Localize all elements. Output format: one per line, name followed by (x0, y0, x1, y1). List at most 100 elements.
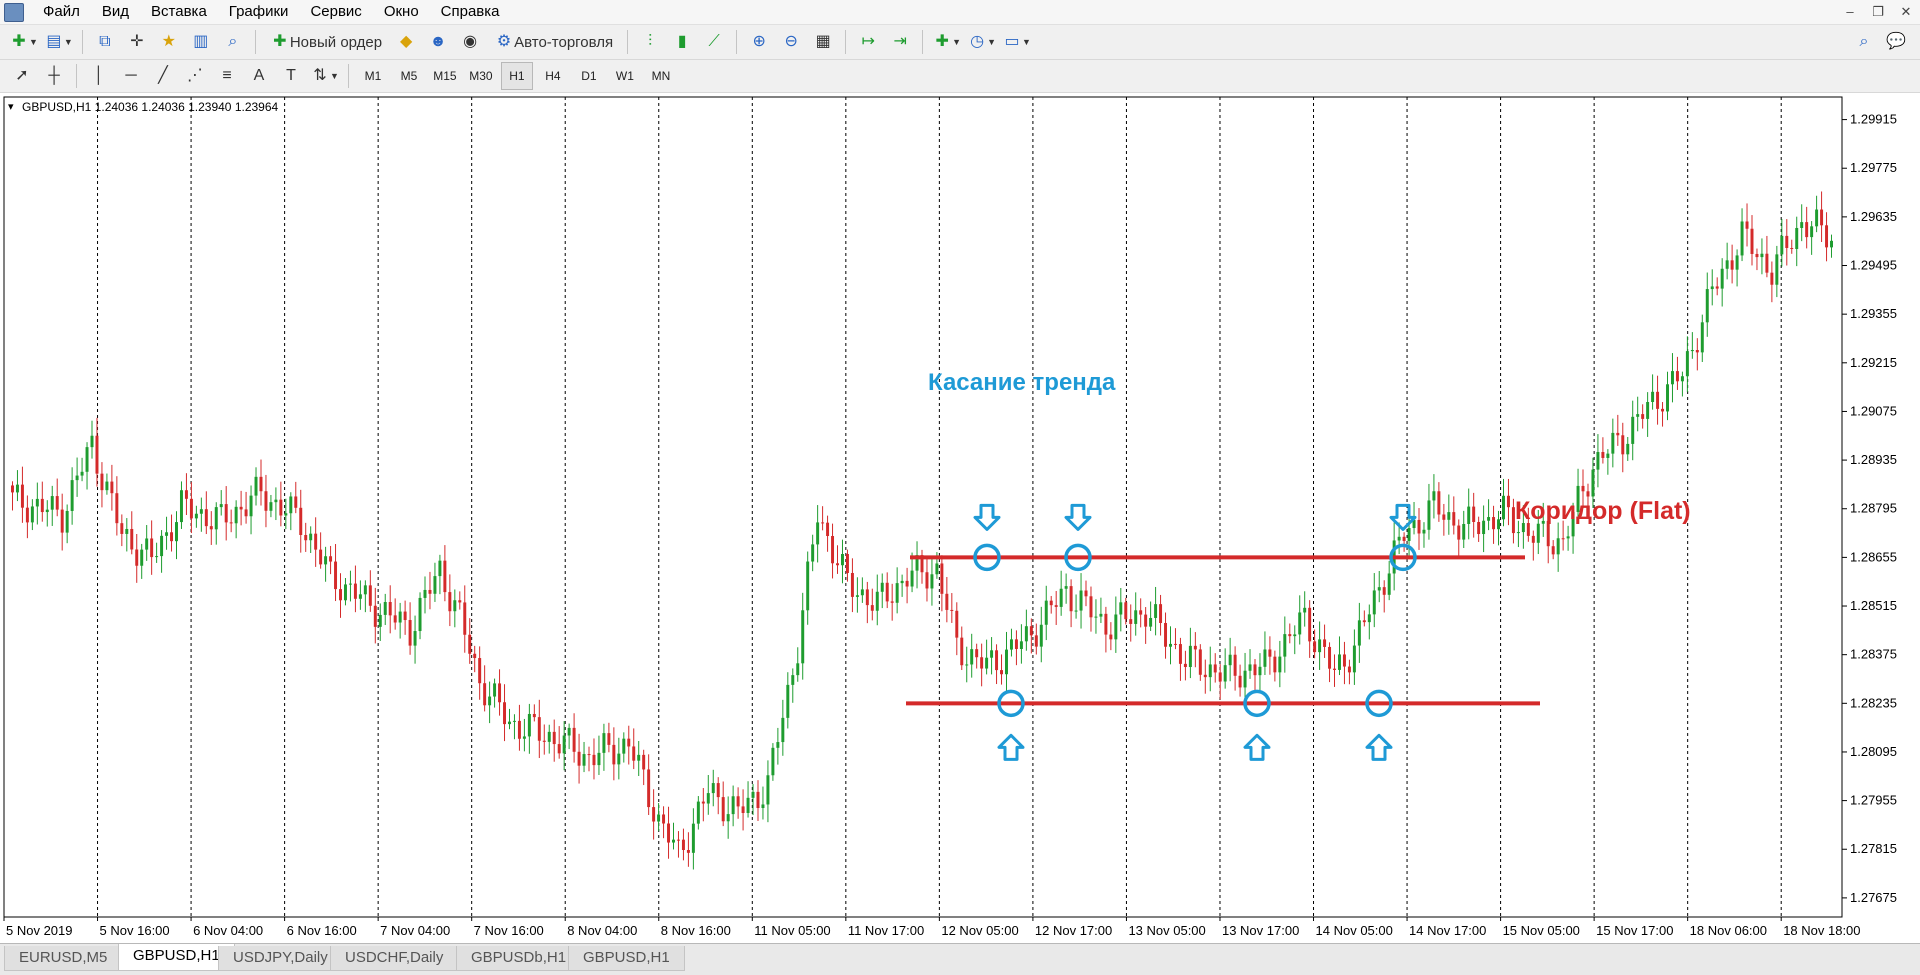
timeframe-w1[interactable]: W1 (609, 62, 641, 90)
navigator-button[interactable]: ★ (155, 28, 183, 56)
candle-up (1636, 414, 1640, 417)
chart-tab-2[interactable]: USDJPY,Daily (218, 946, 343, 971)
arrows-button[interactable]: ⇅ ▼ (309, 62, 340, 90)
cursor-button[interactable]: ➚ (8, 62, 36, 90)
horizontal-line-button[interactable]: ─ (117, 62, 145, 90)
search-button[interactable]: ⌕ (1850, 28, 1878, 56)
market-watch-button[interactable]: ⧉ (91, 28, 119, 56)
candle-up (493, 683, 497, 697)
templates-button[interactable]: ▭ ▼ (1001, 28, 1032, 56)
line-chart-button[interactable]: ⟋ (700, 28, 728, 56)
meta-editor-button[interactable]: ◆ (392, 28, 420, 56)
chart-tab-3[interactable]: USDCHF,Daily (330, 946, 459, 971)
chart-tab-0[interactable]: EURUSD,M5 (4, 946, 123, 971)
fibonacci-button[interactable]: ≡ (213, 62, 241, 90)
bar-chart-button[interactable]: ⫶ (636, 28, 664, 56)
candle-down (1233, 654, 1237, 676)
trendline-button[interactable]: ╱ (149, 62, 177, 90)
chart-shift-button[interactable]: ⇥ (886, 28, 914, 56)
new-order-button[interactable]: ✚ Новый ордер (264, 28, 388, 56)
candle-down (224, 504, 228, 523)
candle-up (1208, 664, 1212, 678)
menu-item-1[interactable]: Вид (91, 0, 140, 24)
candle-down (676, 839, 680, 841)
chart-tab-4[interactable]: GBPUSDb,H1 (456, 946, 582, 971)
candle-up (1685, 351, 1689, 377)
strategy-tester-button[interactable]: ⌕ (219, 28, 247, 56)
timeframe-m15[interactable]: M15 (429, 62, 461, 90)
vertical-line-button[interactable]: │ (85, 62, 113, 90)
auto-trading-button[interactable]: ⚙ Авто-торговля (488, 28, 619, 56)
candle-down (1402, 536, 1406, 541)
market-button[interactable]: ◉ (456, 28, 484, 56)
auto-scroll-button[interactable]: ↦ (854, 28, 882, 56)
new-order-icon: ✚ (273, 33, 287, 50)
candle-down (334, 561, 338, 590)
menu-item-3[interactable]: Графики (218, 0, 300, 24)
candle-down (25, 507, 29, 523)
menu-item-5[interactable]: Окно (373, 0, 430, 24)
candle-down (388, 602, 392, 616)
data-window-button[interactable]: ✛ (123, 28, 151, 56)
candle-up (1397, 536, 1401, 541)
zoom-out-button[interactable]: ⊖ (777, 28, 805, 56)
tile-windows-button[interactable]: ▦ (809, 28, 837, 56)
candle-down (1193, 645, 1197, 650)
restore-icon[interactable]: ❐ (1864, 0, 1892, 24)
candle-down (229, 522, 233, 524)
minimize-icon[interactable]: – (1836, 0, 1864, 24)
chat-button[interactable]: 💬 (1882, 28, 1910, 56)
profiles-button[interactable]: ▤ ▼ (43, 28, 74, 56)
candle-up (512, 720, 516, 722)
candle-up (1467, 506, 1471, 524)
menu-item-6[interactable]: Справка (430, 0, 511, 24)
x-tick-label: 15 Nov 05:00 (1503, 923, 1580, 938)
close-icon[interactable]: ✕ (1892, 0, 1920, 24)
candle-down (701, 801, 705, 804)
terminal-button[interactable]: ▥ (187, 28, 215, 56)
new-chart-button[interactable]: ✚ ▼ (8, 28, 39, 56)
text-button[interactable]: A (245, 62, 273, 90)
signals-button[interactable]: ☻ (424, 28, 452, 56)
price-chart[interactable]: 1.29915 1.29775 1.29635 1.29495 1.29355 1.292… (0, 93, 1920, 943)
candle-up (1810, 226, 1814, 238)
candle-up (1263, 649, 1267, 667)
candlestick-chart-button[interactable]: ▮ (668, 28, 696, 56)
timeframe-m5[interactable]: M5 (393, 62, 425, 90)
timeframe-m1[interactable]: M1 (357, 62, 389, 90)
candle-down (1173, 643, 1177, 645)
menu-item-4[interactable]: Сервис (299, 0, 372, 24)
channel-button[interactable]: ⋰ (181, 62, 209, 90)
zoom-in-button[interactable]: ⊕ (745, 28, 773, 56)
candle-up (140, 549, 144, 566)
timeframe-mn[interactable]: MN (645, 62, 677, 90)
crosshair-button[interactable]: ┼ (40, 62, 68, 90)
timeframe-h1[interactable]: H1 (500, 62, 533, 90)
timeframe-d1[interactable]: D1 (573, 62, 605, 90)
chart-tab-5[interactable]: GBPUSD,H1 (568, 946, 685, 971)
candle-up (1611, 432, 1615, 454)
market-watch-icon: ⧉ (99, 33, 111, 50)
periods-button[interactable]: ◷ ▼ (966, 28, 997, 56)
x-tick-label: 13 Nov 05:00 (1128, 923, 1205, 938)
timeframe-m30[interactable]: M30 (465, 62, 497, 90)
menu-item-2[interactable]: Вставка (140, 0, 218, 24)
menu-item-0[interactable]: Файл (32, 0, 91, 24)
candle-down (955, 610, 959, 638)
candle-down (885, 582, 889, 602)
annotation-touch-trend: Касание тренда (928, 369, 1116, 396)
text-label-button[interactable]: T (277, 62, 305, 90)
candle-up (1462, 523, 1466, 540)
window-controls: – ❐ ✕ (1836, 0, 1920, 24)
candle-up (1169, 643, 1172, 647)
candle-down (1820, 209, 1824, 226)
toolbar-separator (81, 30, 83, 54)
indicators-button[interactable]: ✚ ▼ (931, 28, 962, 56)
timeframe-h4[interactable]: H4 (537, 62, 569, 90)
candle-up (160, 535, 164, 557)
candle-down (975, 649, 979, 658)
candle-up (508, 721, 511, 725)
candle-up (80, 471, 84, 476)
toolbar-separator (76, 64, 77, 88)
candle-down (503, 702, 507, 725)
